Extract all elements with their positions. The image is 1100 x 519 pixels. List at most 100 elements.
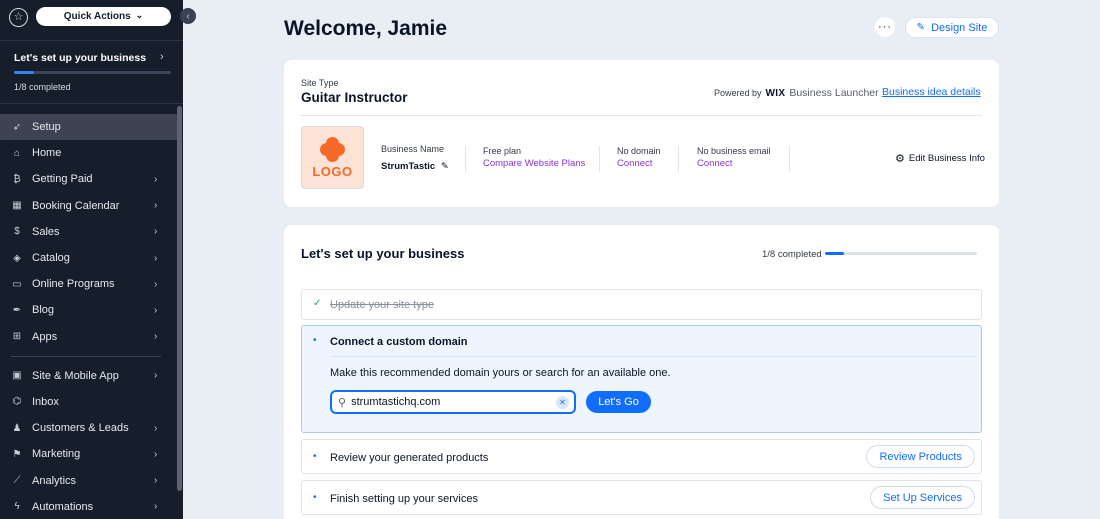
task-label: Update your site type: [330, 299, 434, 311]
domain-search-input[interactable]: ⚲ strumtastichq.com ✕: [330, 390, 576, 414]
chart-icon: ⟋: [13, 475, 21, 487]
design-site-button[interactable]: ✎ Design Site: [905, 17, 999, 38]
sidebar-progress-bar: [14, 71, 171, 74]
sidebar-scrollbar[interactable]: [177, 106, 182, 491]
sidebar-item-label: Automations: [32, 500, 94, 513]
quick-actions-label: Quick Actions: [63, 11, 131, 22]
sidebar-item-customers-and-leads[interactable]: ♟ Customers & Leads ›: [0, 415, 177, 441]
sidebar-item-label: Online Programs: [32, 278, 115, 291]
setup-title: Let's set up your business: [301, 246, 465, 261]
chevron-right-icon: ›: [154, 226, 158, 238]
setup-progress-bar: [825, 252, 977, 255]
business-launcher-text: Business Launcher: [789, 87, 879, 99]
chevron-right-icon: ›: [154, 448, 158, 460]
sidebar-item-marketing[interactable]: ⚑ Marketing ›: [0, 441, 177, 467]
lets-go-button[interactable]: Let's Go: [586, 391, 651, 413]
divider: [678, 146, 679, 172]
task-set-up-services[interactable]: • Finish setting up your services Set Up…: [301, 480, 982, 515]
domain-label: No domain: [617, 146, 661, 156]
sidebar-setup-title: Let's set up your business: [14, 52, 147, 64]
task-description: Make this recommended domain yours or se…: [330, 367, 671, 379]
divider: [789, 146, 790, 172]
sidebar-item-catalog[interactable]: ◈ Catalog ›: [0, 245, 177, 271]
sidebar-item-label: Analytics: [32, 474, 77, 487]
pen-nib-icon: ✒: [12, 304, 22, 316]
setup-checklist-card: Let's set up your business 1/8 completed…: [284, 225, 999, 519]
site-type-value: Guitar Instructor: [301, 90, 408, 105]
chevron-down-icon: ⌄: [135, 10, 144, 20]
chevron-right-icon: ›: [154, 173, 158, 185]
email-block: No business email Connect: [697, 146, 771, 169]
sidebar-item-setup[interactable]: ➶ Setup: [0, 114, 177, 141]
sidebar-setup-progress[interactable]: Let's set up your business › 1/8 complet…: [0, 40, 183, 104]
sidebar-item-online-programs[interactable]: ▭ Online Programs ›: [0, 271, 177, 297]
sidebar-item-label: Home: [32, 147, 62, 160]
chevron-right-icon: ›: [154, 370, 158, 382]
connect-email-link[interactable]: Connect: [697, 158, 771, 169]
nav-group-main: ➶ Setup ⌂ Home ₿ Getting Paid › ▦ Booking Calend…: [0, 114, 177, 350]
clover-logo-icon: [319, 136, 346, 163]
sidebar-item-apps[interactable]: ⊞ Apps ›: [0, 324, 177, 350]
dollar-icon: $: [14, 226, 20, 238]
page-title: Welcome, Jamie: [284, 17, 448, 40]
sidebar: ☆ Quick Actions ⌄ Let's set up your busi…: [0, 0, 183, 519]
more-actions-button[interactable]: ···: [875, 17, 895, 37]
site-type-label: Site Type: [301, 78, 339, 88]
bolt-icon: ϟ: [14, 501, 20, 513]
task-connect-domain[interactable]: • Connect a custom domain Make this reco…: [301, 325, 982, 433]
set-up-services-button[interactable]: Set Up Services: [870, 486, 975, 509]
sidebar-item-sales[interactable]: $ Sales ›: [0, 219, 177, 245]
sidebar-item-analytics[interactable]: ⟋ Analytics ›: [0, 467, 177, 493]
task-review-products[interactable]: • Review your generated products Review …: [301, 439, 982, 474]
gear-icon: ⚙: [895, 153, 905, 165]
business-idea-details-link[interactable]: Business idea details: [882, 86, 981, 98]
quick-actions-button[interactable]: Quick Actions ⌄: [36, 7, 171, 26]
plan-block: Free plan Compare Website Plans: [483, 146, 585, 169]
divider: [465, 146, 466, 172]
sidebar-item-label: Apps: [32, 330, 58, 343]
edit-business-info-button[interactable]: ⚙ Edit Business Info: [895, 152, 985, 165]
business-name-value: StrumTastic: [381, 161, 436, 172]
sidebar-item-inbox[interactable]: ⌬ Inbox: [0, 389, 177, 415]
sidebar-item-blog[interactable]: ✒ Blog ›: [0, 297, 177, 323]
sidebar-item-site-and-mobile-app[interactable]: ▣ Site & Mobile App ›: [0, 363, 177, 389]
business-name-label: Business Name: [381, 144, 445, 154]
connect-domain-link[interactable]: Connect: [617, 158, 661, 169]
sidebar-item-automations[interactable]: ϟ Automations ›: [0, 494, 177, 519]
pencil-icon: ✎: [916, 22, 926, 33]
edit-business-info-label: Edit Business Info: [908, 153, 985, 164]
sidebar-item-label: Catalog: [32, 252, 70, 265]
clear-icon[interactable]: ✕: [556, 396, 569, 409]
sidebar-item-label: Booking Calendar: [32, 199, 120, 212]
nav-divider: [11, 355, 161, 357]
chevron-right-icon: ›: [160, 51, 164, 63]
edit-pencil-icon[interactable]: ✎: [441, 161, 449, 172]
task-update-site-type[interactable]: ✓ Update your site type: [301, 289, 982, 320]
domain-input-value: strumtastichq.com: [351, 396, 441, 408]
powered-by: Powered by WIX Business Launcher: [714, 87, 879, 99]
chevron-right-icon: ›: [154, 252, 158, 264]
sidebar-item-label: Customers & Leads: [32, 422, 129, 435]
chevron-right-icon: ›: [154, 475, 158, 487]
compare-plans-link[interactable]: Compare Website Plans: [483, 158, 585, 169]
calendar-icon: ▦: [12, 200, 22, 212]
apps-icon: ⊞: [12, 331, 22, 343]
setup-progress-count: 1/8 completed: [762, 249, 822, 260]
sidebar-nav: ➶ Setup ⌂ Home ₿ Getting Paid › ▦ Booking Calend…: [0, 114, 177, 519]
task-label: Review your generated products: [330, 452, 489, 464]
chevron-right-icon: ›: [154, 304, 158, 316]
review-products-button[interactable]: Review Products: [866, 445, 975, 468]
inbox-icon: ⌬: [12, 396, 22, 408]
checkmark-icon: ✓: [313, 298, 322, 309]
email-label: No business email: [697, 146, 771, 156]
divider: [301, 115, 982, 116]
sidebar-item-home[interactable]: ⌂ Home: [0, 140, 177, 166]
sidebar-item-getting-paid[interactable]: ₿ Getting Paid ›: [0, 166, 177, 192]
home-icon: ⌂: [13, 147, 21, 159]
star-icon[interactable]: ☆: [9, 8, 28, 27]
business-name-row: StrumTastic ✎: [381, 161, 449, 172]
collapse-sidebar-button[interactable]: ‹: [180, 8, 196, 24]
business-logo[interactable]: LOGO: [301, 126, 364, 189]
bullet-icon: •: [313, 492, 317, 503]
sidebar-item-booking-calendar[interactable]: ▦ Booking Calendar ›: [0, 193, 177, 219]
